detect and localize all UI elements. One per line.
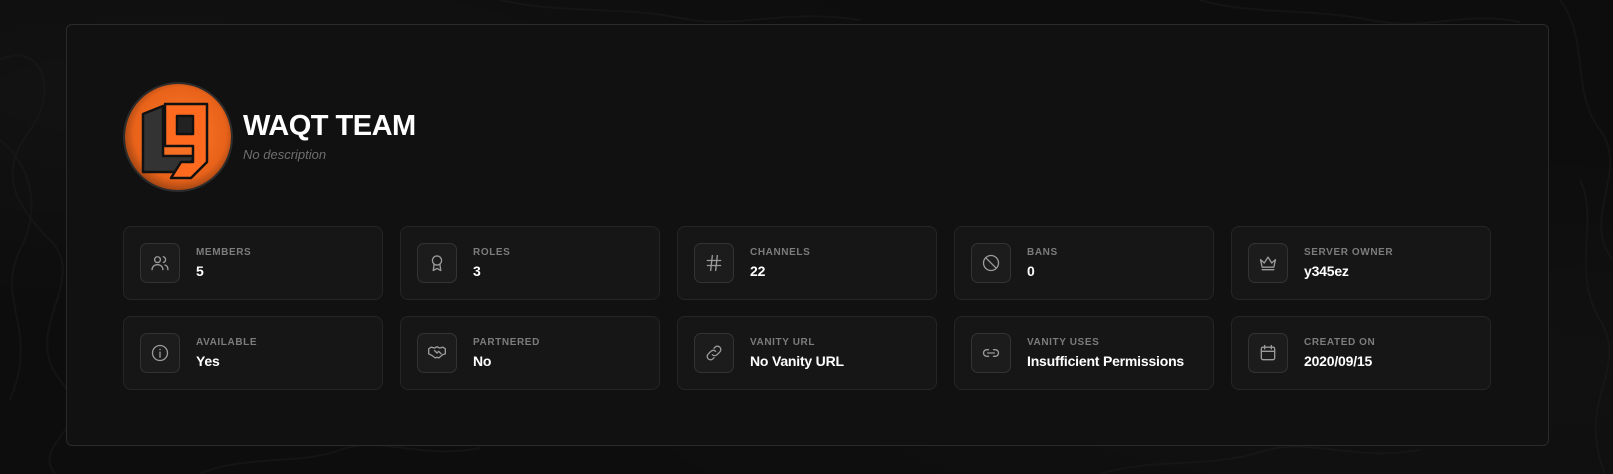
stat-server-owner: SERVER OWNER y345ez <box>1231 226 1491 300</box>
stat-vanity-url: VANITY URL No Vanity URL <box>677 316 937 390</box>
stat-label: BANS <box>1027 247 1058 258</box>
stat-label: AVAILABLE <box>196 337 258 348</box>
stat-roles: ROLES 3 <box>400 226 660 300</box>
stat-label: CHANNELS <box>750 247 811 258</box>
link-horizontal-icon <box>971 333 1011 373</box>
award-icon <box>417 243 457 283</box>
stat-label: MEMBERS <box>196 247 252 258</box>
stat-value: 22 <box>750 263 766 279</box>
stat-value: Insufficient Permissions <box>1027 353 1185 369</box>
server-header: WAQT TEAM No description <box>123 82 416 192</box>
server-description: No description <box>243 146 327 162</box>
stat-created-on: CREATED ON 2020/09/15 <box>1231 316 1491 390</box>
stat-label: SERVER OWNER <box>1304 247 1394 258</box>
stat-value: 2020/09/15 <box>1304 353 1373 369</box>
server-name: WAQT TEAM <box>243 109 416 142</box>
stat-value: y345ez <box>1304 263 1349 279</box>
stat-value: No Vanity URL <box>750 353 844 369</box>
stat-members: MEMBERS 5 <box>123 226 383 300</box>
stat-label: VANITY URL <box>750 337 816 348</box>
stat-partnered: PARTNERED No <box>400 316 660 390</box>
stat-value: Yes <box>196 353 220 369</box>
hash-icon <box>694 243 734 283</box>
stat-label: ROLES <box>473 247 511 258</box>
server-logo-icon <box>125 84 231 190</box>
stat-vanity-uses: VANITY USES Insufficient Permissions <box>954 316 1214 390</box>
stats-grid: MEMBERS 5 ROLES 3 CHANNELS 22 BANS 0 SER… <box>123 226 1491 390</box>
link-icon <box>694 333 734 373</box>
stat-bans: BANS 0 <box>954 226 1214 300</box>
users-icon <box>140 243 180 283</box>
stat-channels: CHANNELS 22 <box>677 226 937 300</box>
server-avatar <box>123 82 233 192</box>
stat-value: No <box>473 353 492 369</box>
info-icon <box>140 333 180 373</box>
stat-available: AVAILABLE Yes <box>123 316 383 390</box>
stat-value: 0 <box>1027 263 1035 279</box>
handshake-icon <box>417 333 457 373</box>
stat-value: 5 <box>196 263 204 279</box>
stat-label: VANITY USES <box>1027 337 1100 348</box>
stat-label: CREATED ON <box>1304 337 1376 348</box>
stat-label: PARTNERED <box>473 337 540 348</box>
calendar-icon <box>1248 333 1288 373</box>
server-info-card: WAQT TEAM No description MEMBERS 5 ROLES… <box>66 24 1549 446</box>
crown-icon <box>1248 243 1288 283</box>
ban-icon <box>971 243 1011 283</box>
stat-value: 3 <box>473 263 481 279</box>
